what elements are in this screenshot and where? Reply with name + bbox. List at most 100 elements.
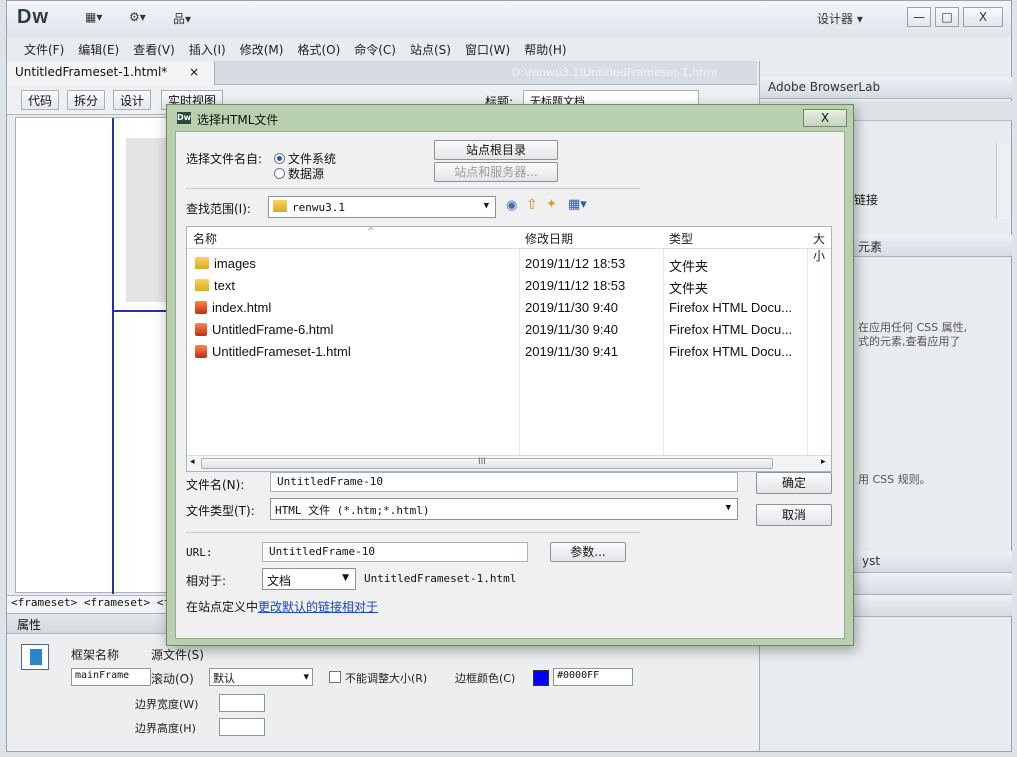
file-modified: 2019/11/12 18:53 — [525, 278, 626, 293]
relative-select[interactable]: 文档 ▼ — [262, 568, 356, 590]
filetype-label: 文件类型(T): — [186, 504, 255, 518]
frame-name-input[interactable]: mainFrame — [71, 668, 151, 686]
up-folder-icon[interactable]: ⇧ — [526, 197, 538, 213]
file-row[interactable]: UntitledFrameset-1.html 2019/11/30 9:41 … — [187, 341, 831, 363]
scroll-select[interactable]: 默认 ▾ — [209, 668, 313, 686]
menu-edit[interactable]: 编辑(E) — [71, 41, 126, 58]
ok-button[interactable]: 确定 — [756, 472, 832, 494]
menu-file[interactable]: 文件(F) — [17, 41, 71, 58]
filename-input[interactable]: UntitledFrame-10 — [270, 472, 738, 492]
relative-file: UntitledFrameset-1.html — [364, 572, 517, 585]
cancel-button[interactable]: 取消 — [756, 504, 832, 526]
border-color-label: 边框颜色(C) — [455, 672, 516, 685]
tab-close-icon[interactable]: × — [189, 65, 199, 79]
margin-height-input[interactable] — [219, 718, 265, 736]
maximize-button[interactable]: □ — [935, 7, 959, 27]
layout-icon[interactable]: ▦▾ — [85, 10, 102, 24]
view-menu-icon[interactable]: ▦▾ — [568, 197, 587, 212]
file-row[interactable]: images 2019/11/12 18:53 文件夹 — [187, 253, 831, 275]
look-in-select[interactable]: renwu3.1 ▼ — [268, 196, 496, 218]
file-name: UntitledFrame-6.html — [212, 322, 334, 337]
look-in-label: 查找范围(I): — [186, 202, 251, 216]
new-folder-icon[interactable]: ✦ — [546, 197, 557, 212]
dialog-title-bar[interactable]: Dw 选择HTML文件 X — [167, 105, 853, 131]
margin-width-input[interactable] — [219, 694, 265, 712]
menu-commands[interactable]: 命令(C) — [347, 41, 403, 58]
noresize-checkbox[interactable] — [329, 671, 341, 683]
column-name[interactable]: 名称 — [193, 230, 217, 247]
file-row[interactable]: UntitledFrame-6.html 2019/11/30 9:40 Fir… — [187, 319, 831, 341]
minimize-button[interactable]: — — [907, 7, 931, 27]
site-root-button[interactable]: 站点根目录 — [434, 140, 558, 160]
menu-window[interactable]: 窗口(W) — [458, 41, 517, 58]
menu-modify[interactable]: 修改(M) — [233, 41, 291, 58]
panel-scrollbar[interactable] — [996, 143, 1010, 219]
browserlab-panel-header[interactable]: Adobe BrowserLab — [760, 77, 1012, 99]
margin-width-label: 边界宽度(W) — [135, 698, 199, 711]
menu-help[interactable]: 帮助(H) — [517, 41, 573, 58]
dw-logo: Dw — [17, 6, 49, 28]
noresize-label: 不能调整大小(R) — [345, 672, 428, 685]
document-tab[interactable]: UntitledFrameset-1.html* × — [7, 61, 215, 85]
css-rule-text: 用 CSS 规则。 — [858, 473, 931, 486]
design-view-button[interactable]: 设计 — [113, 90, 152, 110]
file-type: Firefox HTML Docu... — [669, 344, 793, 359]
file-modified: 2019/11/12 18:53 — [525, 256, 626, 271]
back-icon[interactable]: ◉ — [506, 198, 517, 213]
source-label: 源文件(S) — [151, 648, 204, 662]
dialog-close-button[interactable]: X — [803, 109, 847, 127]
file-modified: 2019/11/30 9:41 — [525, 344, 619, 359]
scroll-thumb[interactable]: III — [201, 457, 773, 469]
select-from-label: 选择文件名自: — [186, 152, 263, 166]
file-name: text — [214, 278, 235, 293]
dialog-title: 选择HTML文件 — [197, 113, 279, 127]
dw-app-icon: Dw — [177, 112, 192, 124]
column-modified[interactable]: 修改日期 — [525, 230, 573, 247]
split-view-button[interactable]: 拆分 — [67, 90, 106, 110]
url-input[interactable]: UntitledFrame-10 — [262, 542, 528, 562]
gear-icon[interactable]: ⚙▾ — [129, 10, 146, 24]
select-html-file-dialog: Dw 选择HTML文件 X 选择文件名自: 文件系统 数据源 站点根目录 站点和… — [166, 104, 854, 646]
params-button[interactable]: 参数... — [550, 542, 626, 562]
filetype-select[interactable]: HTML 文件 (*.htm;*.html) ▼ — [270, 498, 738, 520]
datasource-radio[interactable]: 数据源 — [274, 165, 324, 182]
border-color-input[interactable]: #0000FF — [553, 668, 633, 686]
frame-icon — [21, 644, 49, 670]
close-button[interactable]: X — [963, 7, 1003, 27]
html-file-icon — [195, 345, 207, 358]
folder-icon — [195, 257, 209, 269]
file-type: Firefox HTML Docu... — [669, 300, 793, 315]
border-color-swatch[interactable] — [533, 670, 549, 686]
tag-selector[interactable]: <frameset> <frameset> <f — [7, 595, 177, 613]
site-icon[interactable]: 品▾ — [173, 10, 191, 27]
file-name: images — [214, 256, 256, 271]
html-file-icon — [195, 323, 207, 336]
folder-icon — [195, 279, 209, 291]
link-label: 链接 — [854, 193, 879, 207]
file-modified: 2019/11/30 9:40 — [525, 300, 619, 315]
menu-view[interactable]: 查看(V) — [126, 41, 182, 58]
frame-name-label: 框架名称 — [71, 648, 120, 662]
menu-site[interactable]: 站点(S) — [403, 41, 458, 58]
workspace-switcher[interactable]: 设计器 ▾ — [817, 10, 863, 27]
menu-insert[interactable]: 插入(I) — [182, 41, 233, 58]
horizontal-scrollbar[interactable]: ◂ III ▸ — [187, 455, 831, 471]
file-row[interactable]: index.html 2019/11/30 9:40 Firefox HTML … — [187, 297, 831, 319]
column-type[interactable]: 类型 — [669, 230, 693, 247]
document-path: D:\renwu3.1\UntitledFrameset-1.html — [512, 66, 718, 79]
change-default-link[interactable]: 更改默认的链接相对于 — [258, 600, 378, 614]
separator — [186, 188, 640, 189]
scroll-left-icon[interactable]: ◂ — [190, 457, 195, 467]
file-list[interactable]: 名称 ^ 修改日期 类型 大小 images 2019/11/12 18:53 … — [186, 226, 832, 472]
scroll-right-icon[interactable]: ▸ — [821, 457, 826, 467]
file-type: Firefox HTML Docu... — [669, 322, 793, 337]
frame-border-vertical[interactable] — [112, 118, 114, 594]
site-def-text: 在站点定义中更改默认的链接相对于 — [186, 600, 379, 614]
file-name: index.html — [212, 300, 272, 315]
margin-height-label: 边界高度(H) — [135, 722, 196, 735]
file-type: 文件夹 — [669, 259, 709, 274]
menu-format[interactable]: 格式(O) — [290, 41, 347, 58]
code-view-button[interactable]: 代码 — [21, 90, 60, 110]
file-row[interactable]: text 2019/11/12 18:53 文件夹 — [187, 275, 831, 297]
site-server-button: 站点和服务器... — [434, 162, 558, 182]
